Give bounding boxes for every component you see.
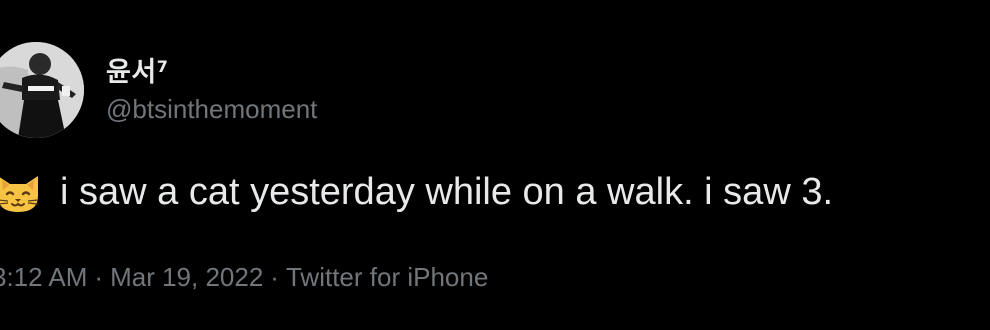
tweet-meta: 3:12 AM · Mar 19, 2022 · Twitter for iPhone xyxy=(0,262,488,293)
display-name-text: 윤서 xyxy=(106,57,157,88)
tweet-date[interactable]: Mar 19, 2022 xyxy=(110,262,263,292)
tweet-source[interactable]: Twitter for iPhone xyxy=(286,262,488,292)
meta-separator: · xyxy=(94,262,104,292)
meta-separator: · xyxy=(270,262,279,292)
tweet: 윤서7 @btsinthemoment i saw a cat yesterda… xyxy=(0,0,990,330)
display-name[interactable]: 윤서7 xyxy=(106,50,168,89)
tweet-time[interactable]: 3:12 AM xyxy=(0,262,87,292)
user-handle[interactable]: @btsinthemoment xyxy=(106,94,317,125)
cat-face-emoji-icon xyxy=(0,170,42,214)
display-name-superscript: 7 xyxy=(156,57,169,76)
tweet-text: i saw a cat yesterday while on a walk. i… xyxy=(0,170,833,214)
avatar[interactable] xyxy=(0,42,84,138)
tweet-body: i saw a cat yesterday while on a walk. i… xyxy=(60,170,834,213)
avatar-image xyxy=(0,42,84,138)
